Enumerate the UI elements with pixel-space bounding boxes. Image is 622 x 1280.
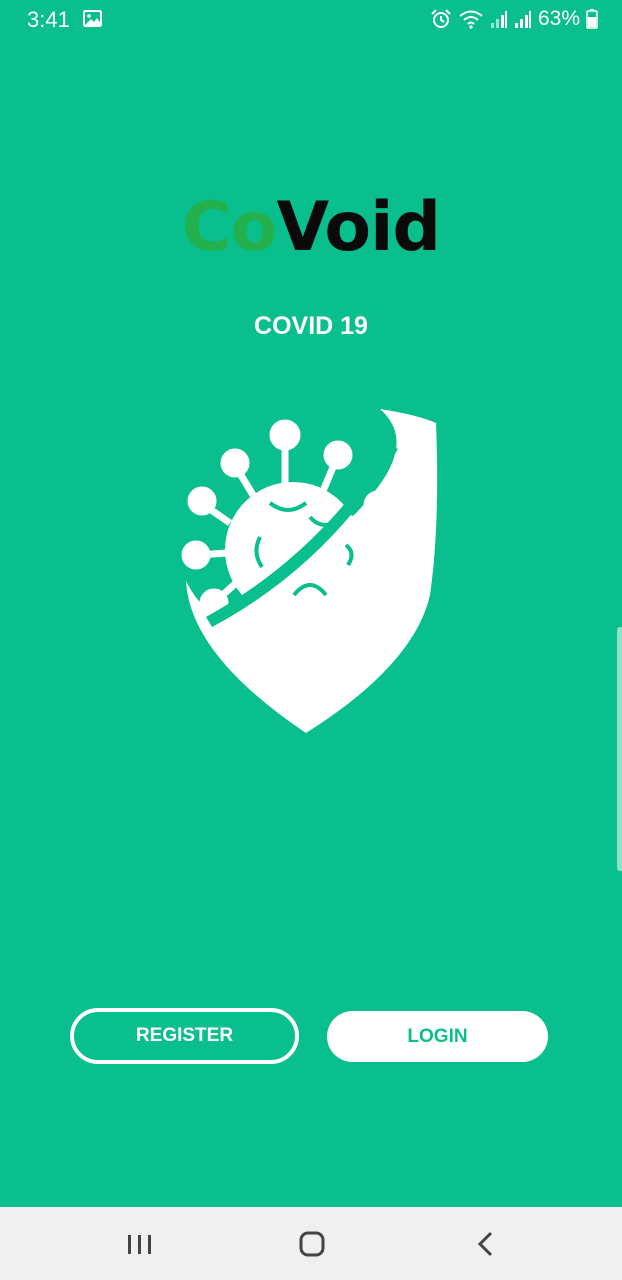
- navigation-bar: [0, 1207, 622, 1280]
- edge-panel-handle[interactable]: [617, 627, 622, 871]
- recents-icon[interactable]: [120, 1227, 160, 1261]
- image-icon: [83, 10, 102, 27]
- app-logo: CoVoid: [0, 188, 622, 268]
- login-button[interactable]: LOGIN: [327, 1011, 548, 1062]
- status-bar: 3:41 63%: [0, 0, 622, 38]
- signal-icon: [514, 11, 531, 28]
- back-icon[interactable]: [466, 1227, 506, 1261]
- register-button[interactable]: REGISTER: [70, 1008, 299, 1064]
- welcome-screen: 3:41 63% CoVoid COVID 19 REGISTER LOGIN: [0, 0, 622, 1280]
- logo-void-text: Void: [276, 188, 442, 267]
- signal-icon: [490, 11, 507, 28]
- home-icon[interactable]: [292, 1227, 332, 1261]
- status-time: 3:41: [27, 7, 70, 32]
- wifi-icon: [459, 10, 483, 29]
- virus-shield-icon: [181, 409, 438, 733]
- battery-percent: 63%: [537, 7, 580, 30]
- page-subtitle: COVID 19: [254, 312, 368, 340]
- alarm-icon: [431, 9, 451, 28]
- battery-icon: [586, 9, 598, 29]
- status-icons: 63%: [424, 6, 598, 32]
- logo-co-text: Co: [181, 188, 278, 267]
